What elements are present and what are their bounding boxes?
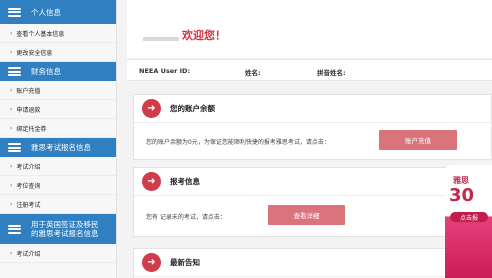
sidebar-item-exam-intro[interactable]: › 考试介绍 [0,157,116,176]
chevron-right-icon: › [10,86,13,94]
registration-message: 您有 记录未的考试，请点击： [146,214,226,221]
sidebar-section-ukvi-registration[interactable]: 用于英国签证及移民的雅思考试报名信息 [0,214,116,244]
sidebar-section-ielts-registration[interactable]: 雅思考试报名信息 [0,138,116,157]
sidebar-item-view-profile[interactable]: › 查看个人基本信息 [0,24,116,43]
sidebar-item-label: 注册考试 [16,201,41,209]
name-label: 姓名: [245,69,261,77]
pinyin-name-label: 拼音姓名: [317,69,346,77]
sidebar-section-personal-info[interactable]: 个人信息 [0,0,116,24]
sidebar-item-label: 更改安全信息 [16,49,53,57]
promo-ad[interactable]: 雅思 30 点击报 [445,165,492,278]
list-icon [8,143,21,152]
chevron-right-icon: › [10,105,13,113]
list-icon [8,7,21,17]
sidebar-item-label: 查看个人基本信息 [16,30,65,38]
user-id-label: NEEA User ID: [139,67,191,75]
chevron-right-icon: › [10,200,13,208]
arrow-right-icon: ➜ [142,172,161,191]
account-balance-panel: ➜ 您的账户余额 您的账户余额为0元，为保证您能顺利快捷的报考雅思考试，请点击：… [133,94,492,160]
chevron-right-icon: › [10,29,13,37]
sidebar-section-label: 财务信息 [31,67,61,76]
sidebar-item-label: 申请退款 [16,106,41,114]
sidebar-section-label: 雅思考试报名信息 [31,143,91,152]
arrow-right-icon: ➜ [142,99,161,118]
promo-line-2: 30 [449,185,475,206]
balance-message: 您的账户余额为0元，为保证您能顺利快捷的报考雅思考试，请点击： [146,139,330,146]
sidebar: 个人信息 › 查看个人基本信息 › 更改安全信息 财务信息 › 账户充值 › 申… [0,0,117,278]
sidebar-item-refund[interactable]: › 申请退款 [0,100,116,119]
panel-header: ➜ 您的账户余额 [134,95,491,123]
panel-title: 报考信息 [170,177,200,186]
chevron-right-icon: › [10,124,13,132]
sidebar-item-label: 考试介绍 [16,163,41,171]
panel-header: ➜ 报考信息 [134,168,491,196]
chevron-right-icon: › [10,48,13,56]
welcome-banner: 欢迎您！ [127,0,492,58]
panel-title: 您的账户余额 [170,104,215,113]
sidebar-item-change-security[interactable]: › 更改安全信息 [0,43,116,62]
sidebar-item-label: 账户充值 [16,87,41,95]
chevron-right-icon: › [10,181,13,189]
chevron-right-icon: › [10,249,13,257]
sidebar-section-label: 个人信息 [31,7,61,17]
sidebar-item-label: 考试介绍 [16,250,41,258]
sidebar-item-recharge[interactable]: › 账户充值 [0,81,116,100]
panel-body: 您有 记录未的考试，请点击： 查看详细 [134,196,491,238]
sidebar-item-label: 考位查询 [16,182,41,190]
panel-body: 您的账户余额为0元，为保证您能顺利快捷的报考雅思考试，请点击： 账户充值 [134,123,491,160]
arrow-right-icon: ➜ [142,253,161,272]
sidebar-item-bind-voucher[interactable]: › 绑定托金券 [0,119,116,138]
sidebar-item-register-exam[interactable]: › 注册考试 [0,195,116,214]
card-icon [8,67,21,76]
news-panel: ➜ 最新告知 [133,248,492,278]
sidebar-section-finance[interactable]: 财务信息 [0,62,116,81]
panel-title: 最新告知 [170,258,200,267]
welcome-text: 欢迎您！ [182,29,226,42]
sidebar-item-seat-search[interactable]: › 考位查询 [0,176,116,195]
sidebar-section-label: 用于英国签证及移民的雅思考试报名信息 [31,219,99,238]
view-details-button[interactable]: 查看详细 [268,205,345,225]
chevron-right-icon: › [10,162,13,170]
recharge-button[interactable]: 账户充值 [379,130,457,150]
sidebar-item-label: 绑定托金券 [16,125,47,133]
sidebar-item-ukvi-exam-intro[interactable]: › 考试介绍 [0,244,116,263]
promo-cta[interactable]: 点击报 [450,212,488,222]
user-info-row: NEEA User ID: 姓名: 拼音姓名: [127,59,492,81]
main-content: 欢迎您！ NEEA User ID: 姓名: 拼音姓名: ➜ 您的账户余额 您的… [127,0,492,278]
panel-header: ➜ 最新告知 [134,249,491,277]
registration-info-panel: ➜ 报考信息 您有 记录未的考试，请点击： 查看详细 [133,167,492,237]
welcome-bar [143,37,179,41]
list-icon [8,224,21,234]
